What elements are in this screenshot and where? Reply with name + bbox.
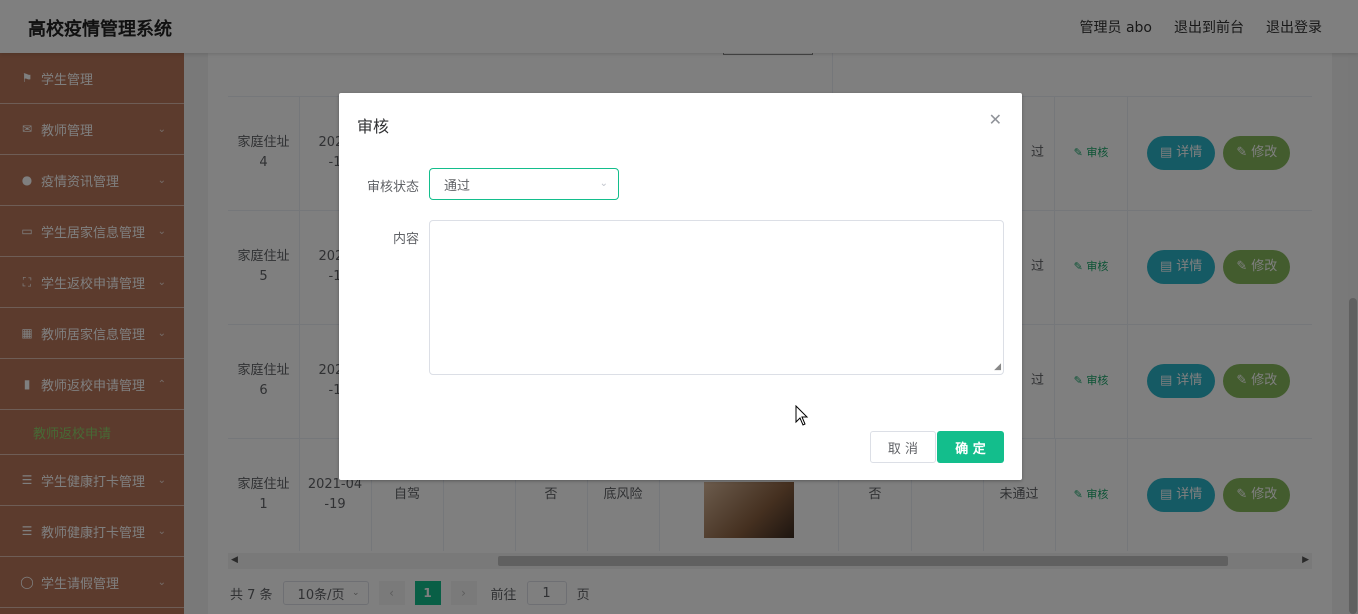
chevron-down-icon: ⌄ bbox=[599, 178, 608, 189]
dialog-title: 审核 bbox=[357, 117, 390, 136]
content-textarea[interactable]: ◢ bbox=[429, 220, 1004, 375]
resize-handle-icon[interactable]: ◢ bbox=[994, 362, 1001, 372]
audit-status-select[interactable]: 通过 ⌄ bbox=[429, 168, 619, 200]
status-label: 审核状态 bbox=[366, 180, 419, 195]
mouse-cursor-icon bbox=[795, 405, 809, 426]
audit-status-value: 通过 bbox=[444, 178, 471, 194]
content-label: 内容 bbox=[392, 232, 419, 247]
audit-dialog: 审核 ✕ 审核状态 通过 ⌄ 内容 ◢ 取 消 确 定 bbox=[339, 93, 1022, 480]
close-icon[interactable]: ✕ bbox=[989, 110, 1002, 129]
confirm-button[interactable]: 确 定 bbox=[937, 431, 1004, 463]
cancel-button[interactable]: 取 消 bbox=[870, 431, 936, 463]
